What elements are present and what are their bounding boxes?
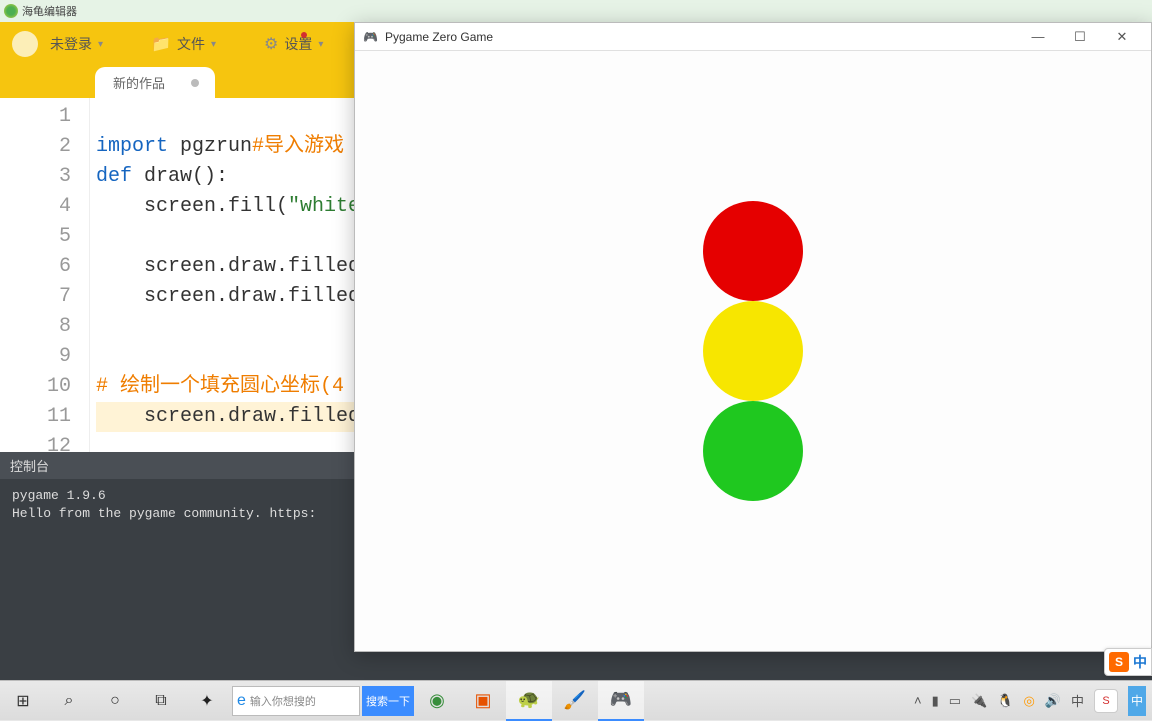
tab-label: 新的作品 bbox=[113, 76, 165, 91]
sogou-tray-icon[interactable]: S bbox=[1094, 689, 1118, 713]
sogou-icon: S bbox=[1109, 652, 1129, 672]
chevron-down-icon: ▾ bbox=[98, 39, 103, 50]
ime-zh-button[interactable]: 中 bbox=[1128, 686, 1146, 716]
file-label: 文件 bbox=[177, 34, 205, 54]
minimize-button[interactable]: — bbox=[1017, 23, 1059, 51]
taskview-icon[interactable]: ⧉ bbox=[138, 681, 184, 721]
login-dropdown[interactable]: 未登录 ▾ bbox=[44, 30, 109, 58]
yellow-circle bbox=[703, 301, 803, 401]
system-tray[interactable]: ˄ ▮ ▭ 🔌 🐧 ◎ 🔊 中 S 中 bbox=[914, 686, 1152, 716]
search-placeholder: 输入你想搜的 bbox=[250, 693, 316, 709]
pygame-titlebar[interactable]: 🎮 Pygame Zero Game — ☐ ✕ bbox=[355, 23, 1151, 51]
chevron-down-icon: ▾ bbox=[318, 39, 323, 50]
tray-icon-1[interactable]: 🐧 bbox=[997, 693, 1013, 709]
file-menu[interactable]: 📁 文件 ▾ bbox=[145, 30, 222, 58]
login-label: 未登录 bbox=[50, 34, 92, 54]
taskbar-app-recorder[interactable]: ▣ bbox=[460, 681, 506, 721]
power-icon[interactable]: 🔌 bbox=[971, 693, 987, 709]
search-icon[interactable]: ⌕ bbox=[46, 681, 92, 721]
red-circle bbox=[703, 201, 803, 301]
app-titlebar: 海龟编辑器 bbox=[0, 0, 1152, 22]
unsaved-dot-icon bbox=[191, 79, 199, 87]
cortana-icon[interactable]: ○ bbox=[92, 681, 138, 721]
line-gutter: 123456789101112 bbox=[0, 98, 90, 452]
taskbar: ⊞ ⌕ ○ ⧉ ✦ e 输入你想搜的 搜索一下 ◉ ▣ 🐢 🖌️ 🎮 ˄ ▮ ▭… bbox=[0, 680, 1152, 720]
pygame-canvas bbox=[355, 51, 1151, 651]
app-title: 海龟编辑器 bbox=[22, 3, 77, 19]
pygame-title-text: Pygame Zero Game bbox=[385, 30, 493, 44]
settings-label: 设置 bbox=[284, 34, 312, 54]
tray-up-icon[interactable]: ˄ bbox=[914, 693, 922, 708]
taskbar-app-pygame[interactable]: 🎮 bbox=[598, 681, 644, 721]
taskbar-app-camtasia[interactable]: ◉ bbox=[414, 681, 460, 721]
pygame-window[interactable]: 🎮 Pygame Zero Game — ☐ ✕ ↖ bbox=[354, 22, 1152, 652]
search-button[interactable]: 搜索一下 bbox=[362, 686, 414, 716]
gamepad-icon: 🎮 bbox=[363, 31, 379, 43]
maximize-button[interactable]: ☐ bbox=[1059, 23, 1101, 51]
ime-lang-indicator[interactable]: 中 bbox=[1133, 652, 1147, 672]
ime-icon[interactable]: 中 bbox=[1071, 691, 1084, 710]
gear-icon: ⚙ bbox=[264, 34, 278, 54]
volume-icon[interactable]: 🔊 bbox=[1045, 693, 1061, 709]
tray-icon-2[interactable]: ◎ bbox=[1023, 693, 1034, 709]
app-icon-1[interactable]: ✦ bbox=[184, 681, 230, 721]
close-button[interactable]: ✕ bbox=[1101, 23, 1143, 51]
video-icon[interactable]: ▭ bbox=[949, 693, 961, 709]
ime-float-bar[interactable]: S 中 bbox=[1104, 648, 1152, 676]
start-button[interactable]: ⊞ bbox=[0, 681, 46, 721]
ie-icon: e bbox=[237, 692, 246, 710]
avatar-icon[interactable] bbox=[12, 31, 38, 57]
green-circle bbox=[703, 401, 803, 501]
settings-menu[interactable]: ⚙ 设置 ▾ bbox=[258, 30, 329, 58]
taskbar-app-paint[interactable]: 🖌️ bbox=[552, 681, 598, 721]
taskbar-search-input[interactable]: e 输入你想搜的 bbox=[232, 686, 360, 716]
battery-icon[interactable]: ▮ bbox=[932, 693, 939, 709]
folder-icon: 📁 bbox=[151, 34, 171, 54]
chevron-down-icon: ▾ bbox=[211, 39, 216, 50]
tab-new-work[interactable]: 新的作品 bbox=[95, 67, 215, 98]
app-logo-icon bbox=[4, 4, 18, 18]
taskbar-app-turtle[interactable]: 🐢 bbox=[506, 681, 552, 721]
